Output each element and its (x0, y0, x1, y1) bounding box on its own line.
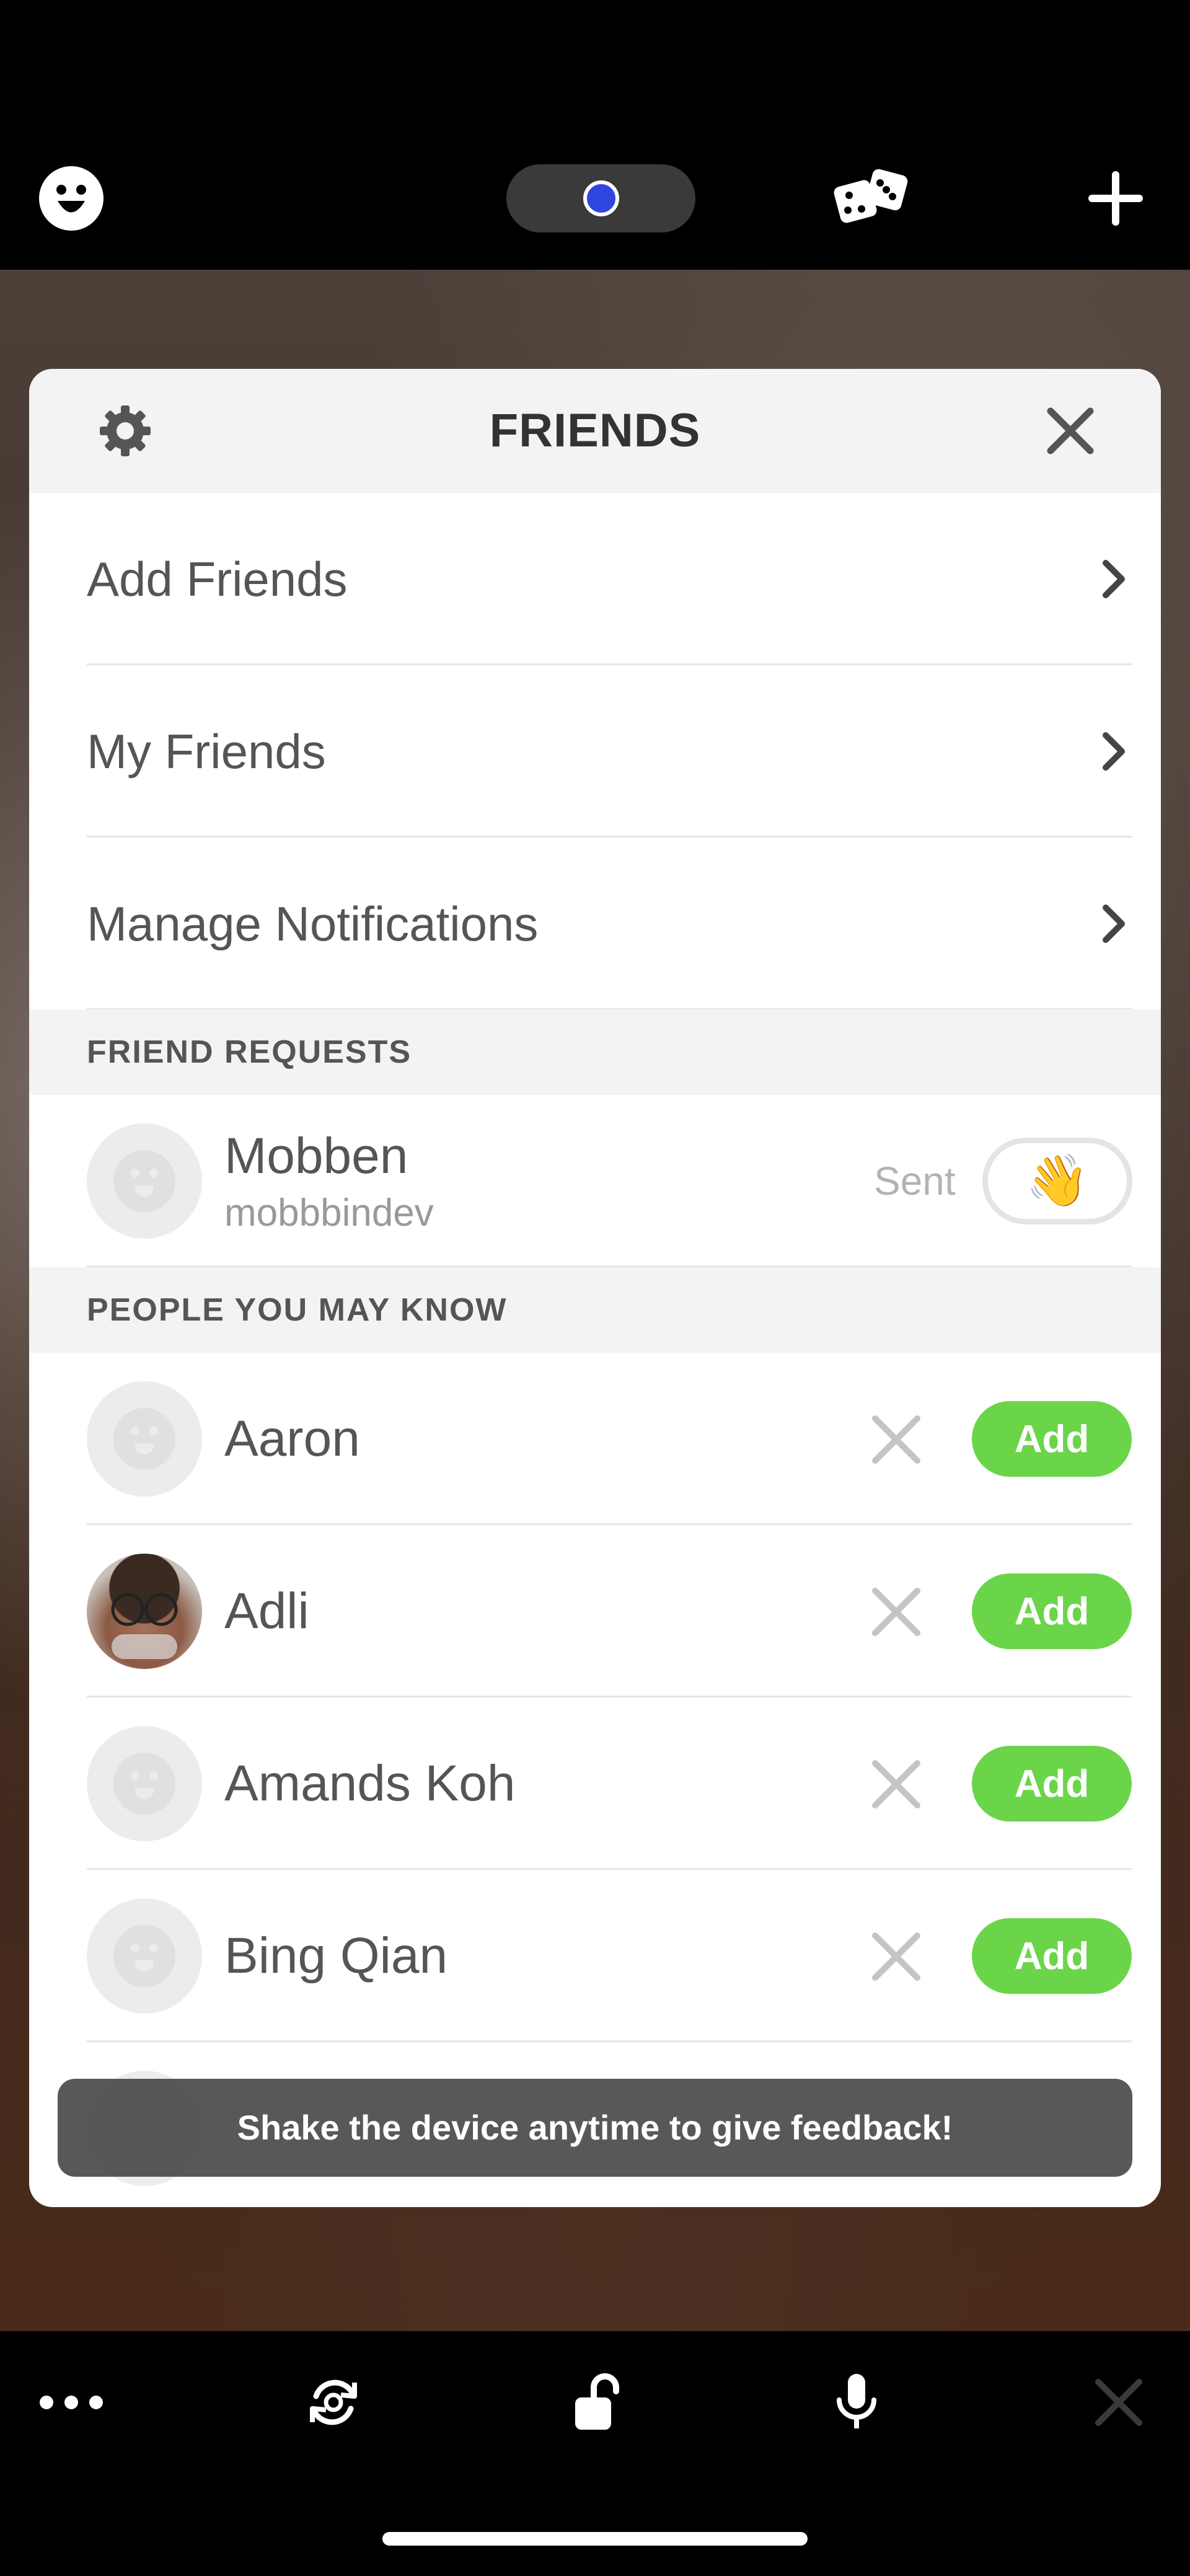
menu-item-label: My Friends (87, 724, 326, 779)
suggestion-row: Aaron Add (87, 1353, 1132, 1525)
record-dot-icon (583, 180, 619, 216)
suggestion-row: Bing Qian Add (87, 1870, 1132, 2042)
suggestion-row: Adli Add (87, 1525, 1132, 1697)
close-icon[interactable] (1085, 2368, 1153, 2437)
add-button[interactable]: Add (972, 1573, 1132, 1649)
avatar (87, 1381, 202, 1497)
record-toggle[interactable] (506, 164, 695, 232)
menu-item-label: Manage Notifications (87, 896, 539, 951)
top-bar (0, 0, 1190, 270)
modal-title: FRIENDS (489, 404, 701, 457)
section-title: PEOPLE YOU MAY KNOW (87, 1292, 508, 1328)
friend-request-row: Mobben mobbbindev Sent 👋 (87, 1095, 1132, 1267)
person-name: Amands Koh (224, 1755, 516, 1812)
smiley-face-icon[interactable] (37, 164, 105, 232)
friends-modal: FRIENDS Add Friends My Friends Manage No… (29, 369, 1161, 2207)
home-indicator[interactable] (382, 2532, 808, 2546)
menu-item-my-friends[interactable]: My Friends (87, 665, 1132, 838)
person-username: mobbbindev (224, 1192, 434, 1234)
wave-button[interactable]: 👋 (982, 1138, 1132, 1224)
wave-icon: 👋 (1025, 1153, 1090, 1209)
menu-item-add-friends[interactable]: Add Friends (87, 493, 1132, 665)
dismiss-icon[interactable] (866, 1582, 926, 1642)
avatar (87, 1898, 202, 2014)
person-name: Adli (224, 1583, 309, 1639)
dismiss-icon[interactable] (866, 1755, 926, 1814)
avatar-photo (87, 1554, 202, 1669)
switch-camera-icon[interactable] (299, 2368, 368, 2437)
avatar (87, 1726, 202, 1841)
more-dots-icon[interactable] (37, 2368, 105, 2437)
section-title: FRIEND REQUESTS (87, 1034, 412, 1070)
plus-icon[interactable] (1082, 164, 1150, 232)
close-icon[interactable] (1042, 403, 1098, 459)
people-you-may-know-header: PEOPLE YOU MAY KNOW (29, 1267, 1161, 1353)
chevron-right-icon (1103, 560, 1125, 598)
dismiss-icon[interactable] (866, 1927, 926, 1986)
chevron-right-icon (1103, 732, 1125, 771)
person-name: Mobben (224, 1128, 408, 1184)
add-button[interactable]: Add (972, 1746, 1132, 1821)
avatar (87, 1123, 202, 1239)
add-button[interactable]: Add (972, 1918, 1132, 1994)
unlock-icon[interactable] (561, 2368, 629, 2437)
dice-icon[interactable] (831, 164, 911, 232)
gear-icon[interactable] (97, 403, 153, 459)
feedback-toast: Shake the device anytime to give feedbac… (58, 2079, 1132, 2177)
dismiss-icon[interactable] (866, 1410, 926, 1469)
microphone-icon[interactable] (822, 2368, 891, 2437)
menu-item-label: Add Friends (87, 552, 348, 606)
menu-item-manage-notifications[interactable]: Manage Notifications (87, 838, 1132, 1010)
person-name: Bing Qian (224, 1928, 448, 1984)
add-button[interactable]: Add (972, 1401, 1132, 1477)
chevron-right-icon (1103, 905, 1125, 943)
request-status: Sent (874, 1159, 956, 1203)
person-name: Aaron (224, 1410, 360, 1467)
friend-requests-header: FRIEND REQUESTS (29, 1009, 1161, 1095)
suggestion-row: Amands Koh Add (87, 1697, 1132, 1870)
